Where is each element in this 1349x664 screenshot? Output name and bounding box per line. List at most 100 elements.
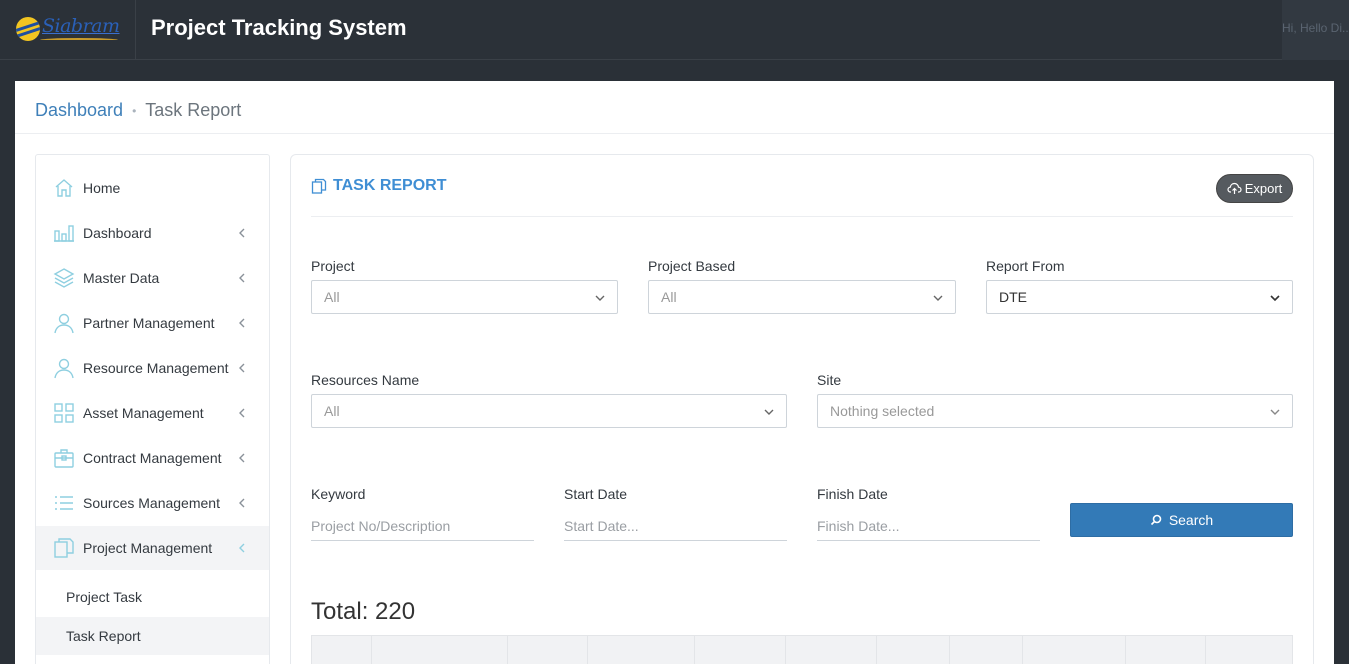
- sidebar-item-resource-management[interactable]: Resource Management: [36, 346, 269, 390]
- table-header-cell: [786, 636, 877, 664]
- sidebar-item-label: Partner Management: [83, 315, 215, 331]
- project-select[interactable]: All: [311, 280, 618, 314]
- project-based-label: Project Based: [648, 258, 736, 274]
- project-select-value: All: [324, 289, 340, 305]
- finish-date-input[interactable]: [817, 511, 1040, 541]
- sidebar-item-contract-management[interactable]: Contract Management: [36, 436, 269, 480]
- resources-name-select-value: All: [324, 403, 340, 419]
- project-based-select[interactable]: All: [648, 280, 956, 314]
- chevron-left-icon: [239, 543, 245, 553]
- table-header: [311, 635, 1293, 664]
- start-date-input[interactable]: [564, 511, 787, 541]
- chevron-left-icon: [239, 363, 245, 373]
- sidebar-item-sources-management[interactable]: Sources Management: [36, 481, 269, 525]
- report-from-label: Report From: [986, 258, 1065, 274]
- breadcrumb-separator: •: [132, 103, 137, 118]
- report-from-select-value: DTE: [999, 289, 1027, 305]
- keyword-label: Keyword: [311, 486, 366, 502]
- briefcase-icon: [54, 449, 74, 468]
- sidebar-subitem-label: Project Task: [66, 589, 142, 605]
- logo-icon: [16, 17, 40, 41]
- sidebar-item-home[interactable]: Home: [36, 166, 269, 210]
- bar-chart-icon: [54, 225, 74, 242]
- logo[interactable]: Siabram: [0, 0, 136, 60]
- chevron-down-icon: [1270, 295, 1280, 302]
- user-menu[interactable]: Hi, Hello Di...: [1282, 0, 1349, 60]
- sidebar-subitem-label: Task Report: [66, 628, 141, 644]
- search-icon: [1150, 514, 1162, 526]
- card-title: TASK REPORT: [311, 177, 446, 195]
- logo-swoosh: [40, 38, 118, 42]
- sidebar: Home Dashboard Master Data Partner Manag…: [35, 154, 270, 664]
- search-label: Search: [1168, 512, 1214, 528]
- top-navbar: Siabram Project Tracking System Hi, Hell…: [0, 0, 1349, 60]
- home-icon: [55, 179, 73, 197]
- finish-date-label: Finish Date: [817, 486, 888, 502]
- project-based-select-value: All: [661, 289, 677, 305]
- sidebar-item-partner-management[interactable]: Partner Management: [36, 301, 269, 345]
- layers-icon: [53, 268, 75, 288]
- export-label: Export: [1244, 181, 1283, 196]
- card-title-text: TASK REPORT: [333, 177, 447, 194]
- user-icon: [54, 313, 74, 334]
- sidebar-item-label: Resource Management: [83, 360, 229, 376]
- chevron-left-icon: [239, 408, 245, 418]
- sidebar-item-label: Project Management: [83, 540, 213, 556]
- divider: [311, 216, 1293, 217]
- sidebar-item-dashboard[interactable]: Dashboard: [36, 211, 269, 255]
- chevron-left-icon: [239, 498, 245, 508]
- sidebar-subitem-project-task[interactable]: Project Task: [36, 578, 269, 616]
- project-label: Project: [311, 258, 355, 274]
- user-greeting: Hi, Hello Di...: [1282, 21, 1349, 35]
- table-header-cell: [1126, 636, 1206, 664]
- table-header-cell: [1206, 636, 1292, 664]
- logo-text: Siabram: [42, 15, 120, 37]
- chevron-left-icon: [239, 273, 245, 283]
- table-header-cell: [588, 636, 695, 664]
- sidebar-item-label: Sources Management: [83, 495, 220, 511]
- export-button[interactable]: Export: [1216, 174, 1293, 203]
- site-select-value: Nothing selected: [830, 403, 935, 419]
- sidebar-item-label: Master Data: [83, 270, 160, 286]
- chevron-left-icon: [239, 318, 245, 328]
- breadcrumb-dashboard-link[interactable]: Dashboard: [35, 100, 123, 121]
- keyword-input[interactable]: [311, 511, 534, 541]
- breadcrumb-current: Task Report: [145, 100, 242, 120]
- chevron-down-icon: [933, 295, 943, 301]
- table-header-cell: [877, 636, 950, 664]
- table-header-cell: [312, 636, 372, 664]
- sidebar-item-label: Dashboard: [83, 225, 152, 241]
- sidebar-item-project-management[interactable]: Project Management: [36, 526, 269, 570]
- site-select[interactable]: Nothing selected: [817, 394, 1293, 428]
- sidebar-subitem-task-report[interactable]: Task Report: [36, 617, 269, 655]
- user-icon: [54, 358, 74, 379]
- start-date-label: Start Date: [564, 486, 628, 502]
- sidebar-item-master-data[interactable]: Master Data: [36, 256, 269, 300]
- copy-icon: [311, 178, 327, 194]
- resources-name-label: Resources Name: [311, 372, 420, 388]
- cloud-upload-icon: [1227, 182, 1242, 194]
- app-title: Project Tracking System: [151, 15, 407, 40]
- site-label: Site: [817, 372, 842, 388]
- total-count: Total: 220: [311, 598, 416, 625]
- sidebar-item-label: Asset Management: [83, 405, 204, 421]
- breadcrumb: Dashboard • Task Report: [35, 100, 241, 121]
- chevron-down-icon: [764, 409, 774, 415]
- sidebar-item-asset-management[interactable]: Asset Management: [36, 391, 269, 435]
- divider: [15, 133, 1334, 134]
- table-header-cell: [372, 636, 508, 664]
- report-from-select[interactable]: DTE: [986, 280, 1293, 314]
- table-header-cell: [508, 636, 588, 664]
- task-report-card: TASK REPORT Export Project All Project B…: [290, 154, 1314, 664]
- search-button[interactable]: Search: [1070, 503, 1293, 537]
- chevron-left-icon: [239, 453, 245, 463]
- copy-icon: [54, 538, 74, 558]
- sidebar-item-label: Home: [83, 180, 121, 196]
- chevron-down-icon: [595, 295, 605, 301]
- resources-name-select[interactable]: All: [311, 394, 787, 428]
- main-panel: Dashboard • Task Report Home Dashboard M…: [15, 81, 1334, 664]
- grid-icon: [54, 403, 74, 423]
- table-header-cell: [950, 636, 1023, 664]
- chevron-down-icon: [1270, 409, 1280, 415]
- list-icon: [55, 496, 73, 510]
